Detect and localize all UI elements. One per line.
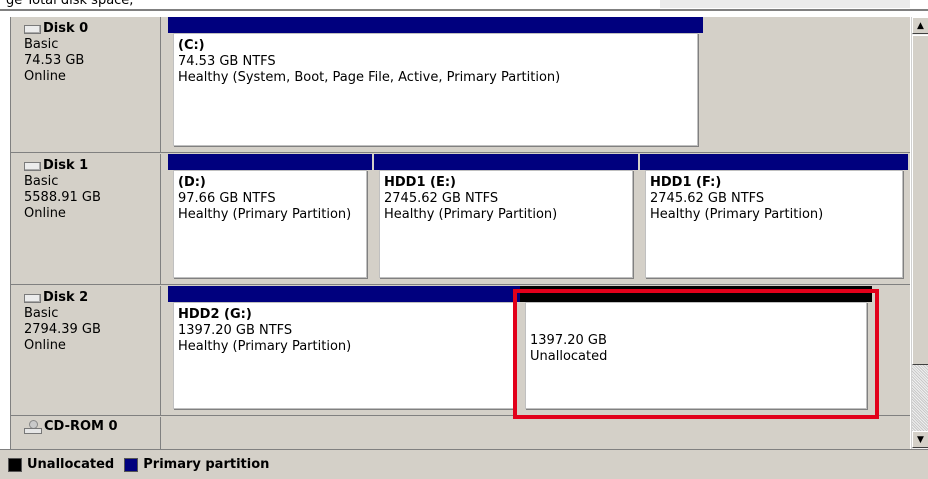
disk-info-1[interactable]: Disk 1 Basic 5588.91 GB Online (11, 154, 161, 284)
partition-label: HDD1 (E:) (384, 175, 456, 190)
disk-row-0[interactable]: Disk 0 Basic 74.53 GB Online (C:) 74.53 … (11, 17, 910, 153)
disk-size: 2794.39 GB (24, 322, 101, 337)
partition-box[interactable]: HDD1 (E:) 2745.62 GB NTFS Healthy (Prima… (379, 170, 633, 278)
legend-label: Unallocated (27, 457, 115, 472)
disk-icon (24, 24, 41, 34)
scroll-track[interactable] (912, 365, 928, 431)
partition-label: (D:) (178, 175, 206, 190)
legend-label: Primary partition (143, 457, 270, 472)
scroll-up-icon[interactable]: ▲ (912, 17, 928, 34)
legend-swatch-primary (124, 457, 139, 472)
disk-name: Disk 2 (43, 290, 89, 305)
partition-bar (374, 154, 638, 170)
disk-name: CD-ROM 0 (44, 419, 118, 434)
partition-health: Healthy (Primary Partition) (384, 207, 558, 222)
disk-size: 5588.91 GB (24, 190, 101, 205)
partition-box[interactable]: HDD1 (F:) 2745.62 GB NTFS Healthy (Prima… (645, 170, 903, 278)
scroll-thumb[interactable] (912, 35, 928, 365)
disk-type: Basic (24, 306, 59, 321)
partition-f[interactable]: HDD1 (F:) 2745.62 GB NTFS Healthy (Prima… (640, 154, 908, 284)
partition-d[interactable]: (D:) 97.66 GB NTFS Healthy (Primary Part… (168, 154, 372, 284)
partition-health: Healthy (Primary Partition) (650, 207, 824, 222)
unallocated-size: 1397.20 GB (530, 333, 607, 348)
disk-row-1[interactable]: Disk 1 Basic 5588.91 GB Online (D:) 97.6… (11, 154, 910, 285)
partition-box[interactable]: 1397.20 GB Unallocated (525, 302, 867, 409)
partition-bar (640, 154, 908, 170)
partition-label: HDD2 (G:) (178, 307, 252, 322)
scroll-down-icon[interactable]: ▼ (912, 431, 928, 448)
disk-status: Online (24, 338, 66, 353)
header-fragment: ge Total disk space, (6, 0, 134, 8)
partition-box[interactable]: (D:) 97.66 GB NTFS Healthy (Primary Part… (173, 170, 367, 278)
cd-rom-icon (24, 420, 42, 434)
partition-c[interactable]: (C:) 74.53 GB NTFS Healthy (System, Boot… (168, 17, 703, 152)
legend-item-unallocated: Unallocated (8, 457, 114, 472)
unallocated-space[interactable]: 1397.20 GB Unallocated (520, 286, 872, 415)
disk-type: Basic (24, 174, 59, 189)
partition-g[interactable]: HDD2 (G:) 1397.20 GB NTFS Healthy (Prima… (168, 286, 520, 415)
partition-detail: 1397.20 GB NTFS (178, 323, 293, 338)
partition-e[interactable]: HDD1 (E:) 2745.62 GB NTFS Healthy (Prima… (374, 154, 638, 284)
disk-row-cdrom[interactable]: CD-ROM 0 (11, 417, 910, 449)
disk-info-2[interactable]: Disk 2 Basic 2794.39 GB Online (11, 286, 161, 415)
header-divider (0, 9, 928, 11)
partition-health: Healthy (System, Boot, Page File, Active… (178, 70, 561, 85)
partition-box[interactable]: HDD2 (G:) 1397.20 GB NTFS Healthy (Prima… (173, 302, 515, 409)
legend-swatch-unallocated (8, 457, 22, 472)
disk-size: 74.53 GB (24, 53, 85, 68)
unallocated-status: Unallocated (530, 349, 608, 364)
disk-status: Online (24, 206, 66, 221)
partition-detail: 97.66 GB NTFS (178, 191, 276, 206)
partition-detail: 2745.62 GB NTFS (384, 191, 499, 206)
disk-row-2[interactable]: Disk 2 Basic 2794.39 GB Online HDD2 (G:)… (11, 286, 910, 416)
legend-item-primary: Primary partition (124, 457, 269, 472)
partition-bar (168, 17, 703, 33)
disk-icon (24, 293, 41, 303)
disk-info-0[interactable]: Disk 0 Basic 74.53 GB Online (11, 17, 161, 152)
legend-bar: Unallocated Primary partition (0, 449, 928, 479)
disk-name: Disk 1 (43, 158, 89, 173)
partition-detail: 2745.62 GB NTFS (650, 191, 765, 206)
partition-detail: 74.53 GB NTFS (178, 54, 276, 69)
partition-bar (520, 286, 872, 302)
disk-type: Basic (24, 37, 59, 52)
disk-status: Online (24, 69, 66, 84)
disk-info-cdrom[interactable]: CD-ROM 0 (11, 417, 161, 449)
vertical-scrollbar[interactable]: ▲ ▼ (911, 17, 928, 449)
disk-icon (24, 161, 41, 171)
partition-box[interactable]: (C:) 74.53 GB NTFS Healthy (System, Boot… (173, 33, 698, 146)
partition-health: Healthy (Primary Partition) (178, 339, 352, 354)
partition-bar (168, 154, 372, 170)
disk-name: Disk 0 (43, 21, 89, 36)
disk-graphical-view: Disk 0 Basic 74.53 GB Online (C:) 74.53 … (10, 17, 910, 449)
partition-label: (C:) (178, 38, 205, 53)
partition-label: HDD1 (F:) (650, 175, 722, 190)
partition-bar (168, 286, 520, 302)
partition-health: Healthy (Primary Partition) (178, 207, 352, 222)
header-grey-region (660, 0, 910, 8)
